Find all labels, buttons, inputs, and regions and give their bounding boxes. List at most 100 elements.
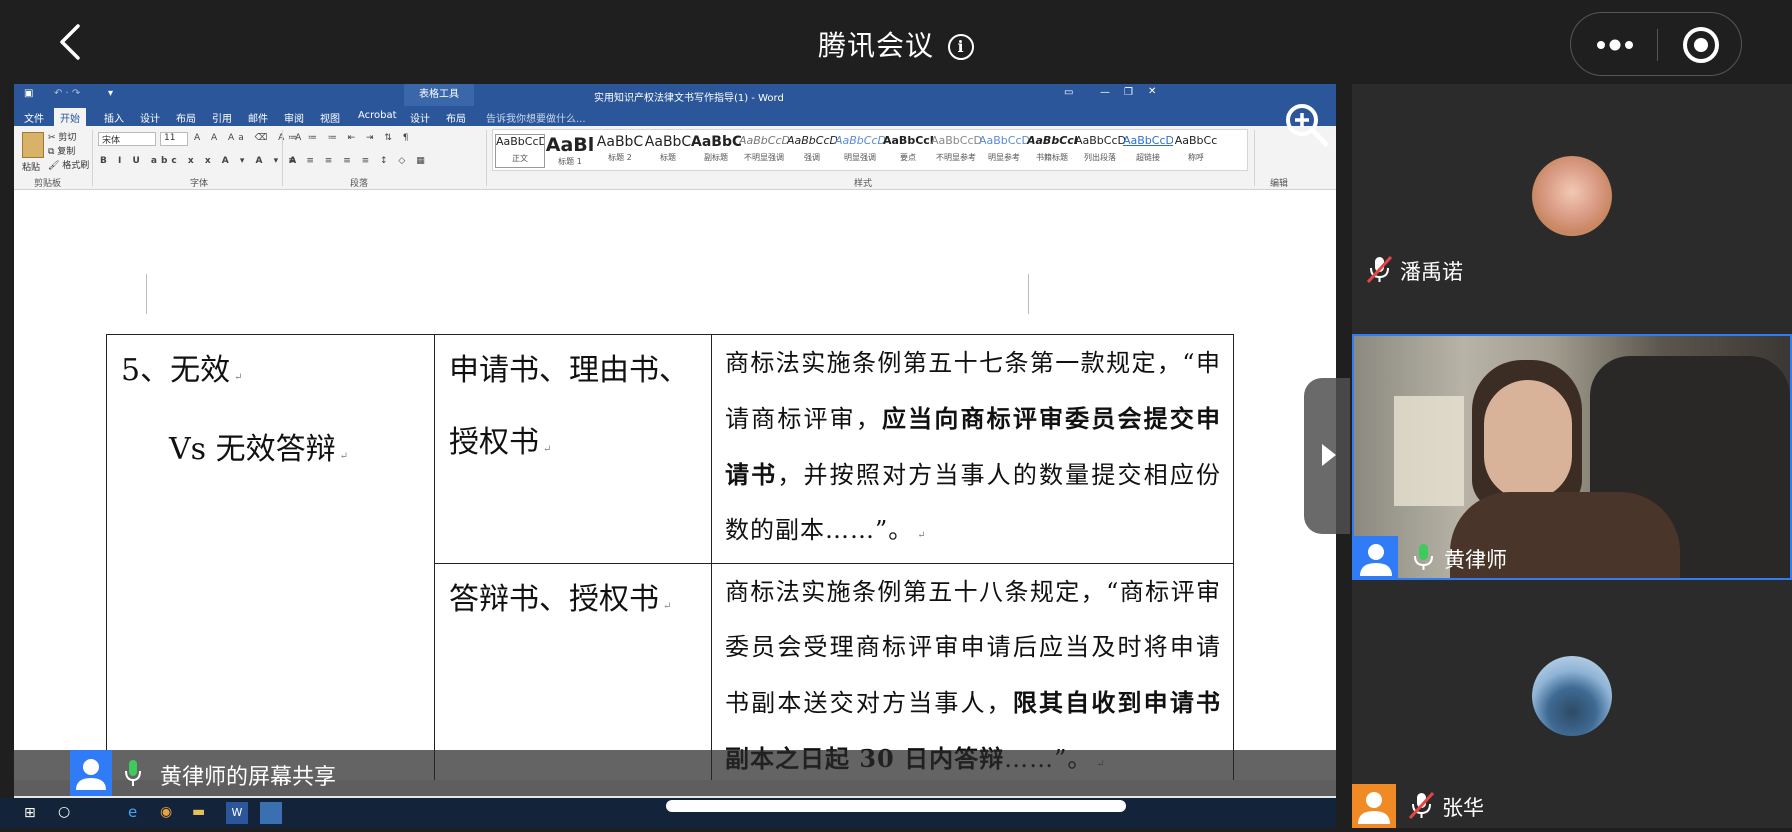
tell-me-box[interactable]: 告诉我你想要做什么... [486, 110, 586, 125]
participant-tile[interactable]: 张华 [1352, 584, 1792, 828]
font-size-select[interactable]: 11 [160, 132, 188, 146]
cell-text-main: Vs 无效答辩 [169, 432, 336, 467]
format-painter-label: 格式刷 [62, 161, 90, 171]
windows-start-icon[interactable]: ⊞ [24, 805, 36, 821]
tab-table-design[interactable]: 设计 [410, 110, 430, 125]
more-icon[interactable] [1595, 33, 1635, 57]
home-indicator[interactable] [666, 800, 1126, 812]
style-item[interactable]: AaBbC 副标题 [691, 134, 741, 163]
copy-label: 复制 [57, 147, 76, 157]
font-style-buttons[interactable]: B I U abc x x A ▾ A ▾ A [100, 156, 300, 166]
style-name: 明显参考 [988, 153, 1020, 162]
expand-panel-button[interactable] [1304, 378, 1350, 534]
styles-gallery: AaBbCcDi 正文 AaBl标题 1 AaBbC 标题 2 AaBbC 标题 Aa… [492, 129, 1248, 171]
style-name: 强调 [804, 153, 820, 162]
tab-design[interactable]: 设计 [140, 110, 160, 125]
avatar [1532, 156, 1612, 236]
style-sample: AaBbCcDi [739, 134, 789, 147]
quick-access-icon[interactable]: ▾ [108, 88, 113, 99]
participant-tile[interactable]: 潘禹诺 [1352, 84, 1792, 330]
tab-mailings[interactable]: 邮件 [248, 110, 268, 125]
tab-file[interactable]: 文件 [24, 110, 44, 125]
font-name-select[interactable]: 宋体 [98, 132, 156, 146]
edge-icon[interactable]: e [128, 803, 137, 821]
tab-table-layout[interactable]: 布局 [446, 110, 466, 125]
meeting-top-bar: 腾讯会议 i [0, 0, 1792, 84]
person-icon [1360, 544, 1392, 576]
table-cell[interactable]: 申请书、理由书、 授权书 ↵ [434, 334, 712, 564]
style-item[interactable]: AaBbCcD 书籍标题 [1027, 134, 1077, 163]
ribbon-display-icon[interactable]: ▭ [1064, 87, 1073, 98]
tab-insert[interactable]: 插入 [104, 110, 124, 125]
cell-text: 5、无效 ↵ [107, 335, 434, 414]
style-name: 标题 [660, 153, 676, 162]
info-icon[interactable]: i [948, 34, 974, 60]
document-page[interactable]: 5、无效 ↵ Vs 无效答辩 ↵ 申请书、理由书、 授权书 ↵ 商标法实施条例第五十七… [14, 190, 1336, 828]
style-item[interactable]: AaBbCcD 超链接 [1123, 134, 1173, 163]
style-item[interactable]: AaBl 标题 1 [545, 134, 595, 167]
style-item[interactable]: AaBbCcDi 不明显强调 [739, 134, 789, 163]
word-taskbar-icon[interactable]: W [226, 802, 248, 824]
cell-text: 授权书 ↵ [435, 407, 711, 486]
shared-screen: ▣ ↶ · ↷ ▾ 表格工具 实用知识产权法律文书写作指导(1) - Word … [14, 84, 1336, 828]
copy-button[interactable]: ⧉ 复制 [48, 144, 75, 157]
minimize-icon[interactable]: — [1100, 87, 1110, 98]
table-cell[interactable]: 商标法实施条例第五十七条第一款规定，“申请商标评审，应当向商标评审委员会提交申请… [711, 334, 1234, 564]
group-clipboard-label: 剪贴板 [34, 179, 62, 189]
style-sample: AaBbCcDi [496, 135, 544, 148]
cell-text: 申请书、理由书、 [435, 335, 711, 407]
close-target-icon[interactable] [1683, 27, 1719, 63]
folder-icon[interactable]: ▬ [192, 804, 205, 820]
meeting-title: 腾讯会议 [817, 29, 934, 62]
style-item[interactable]: AaBbCcD 列出段落 [1075, 134, 1125, 163]
tab-view[interactable]: 视图 [320, 110, 340, 125]
style-name: 超链接 [1136, 153, 1160, 162]
ribbon-tools: 粘贴 ✂ 剪切 ⧉ 复制 🖌 格式刷 剪贴板 宋体 11 A A Aa ⌫ A … [14, 126, 1336, 190]
participants-panel: 潘禹诺 黄律师 张华 [1352, 84, 1792, 828]
search-icon[interactable]: ○ [58, 804, 70, 820]
zoom-in-icon[interactable] [1282, 100, 1330, 148]
style-item[interactable]: AaBbCcD 强调 [787, 134, 837, 163]
cut-label: 剪切 [58, 133, 77, 143]
separator [282, 130, 283, 186]
format-painter-button[interactable]: 🖌 格式刷 [48, 158, 89, 171]
style-sample: AaBbCcD [835, 134, 885, 147]
cell-text: 商标法实施条例第五十七条第一款规定，“申请商标评审，应当向商标评审委员会提交申请… [712, 335, 1233, 563]
tab-references[interactable]: 引用 [212, 110, 232, 125]
style-item[interactable]: AaBbCcD 明显强调 [835, 134, 885, 163]
style-name: 明显强调 [844, 153, 876, 162]
style-name: 副标题 [704, 153, 728, 162]
style-item[interactable]: AaBbC 标题 2 [595, 134, 645, 163]
word-ribbon: ▣ ↶ · ↷ ▾ 表格工具 实用知识产权法律文书写作指导(1) - Word … [14, 84, 1336, 190]
undo-icon[interactable]: ↶ · ↷ [54, 88, 80, 99]
meeting-taskbar-icon[interactable] [260, 802, 282, 824]
tab-home[interactable]: 开始 [54, 108, 86, 128]
save-icon[interactable]: ▣ [24, 88, 33, 99]
table-cell[interactable]: 5、无效 ↵ Vs 无效答辩 ↵ [106, 334, 435, 794]
style-item[interactable]: AaBbCcD 要点 [883, 134, 933, 163]
style-item[interactable]: AaBbCc 称呼 [1171, 134, 1221, 163]
align-buttons[interactable]: ≡ ≡ ≡ ≡ ≡ ↕ ◇ ▦ [288, 156, 429, 166]
paste-icon[interactable] [22, 132, 44, 158]
participant-tile-active[interactable]: 黄律师 [1352, 334, 1792, 580]
style-name: 书籍标题 [1036, 153, 1068, 162]
tab-acrobat[interactable]: Acrobat [358, 110, 397, 121]
cell-text: 答辩书、授权书 ↵ [435, 564, 711, 643]
maximize-icon[interactable]: ❐ [1124, 87, 1133, 98]
list-buttons[interactable]: ≔ ≔ ≔ ⇤ ⇥ ⇅ ¶ [288, 133, 413, 143]
style-item[interactable]: AaBbCcDi 正文 [495, 134, 545, 168]
cell-text-main: 答辩书、授权书 [449, 582, 659, 617]
chrome-icon[interactable]: ◉ [160, 804, 172, 820]
close-window-icon[interactable]: ✕ [1148, 86, 1156, 97]
style-item[interactable]: AaBbCcD 不明显参考 [931, 134, 981, 163]
paste-label[interactable]: 粘贴 [22, 160, 40, 173]
tab-review[interactable]: 审阅 [284, 110, 304, 125]
style-item[interactable]: AaBbC 标题 [643, 134, 693, 163]
cell-text-main: 5、无效 [121, 353, 231, 388]
style-name: 不明显强调 [744, 153, 784, 162]
tab-layout[interactable]: 布局 [176, 110, 196, 125]
style-item[interactable]: AaBbCcD 明显参考 [979, 134, 1029, 163]
video-feed-papers [1394, 396, 1464, 506]
style-sample: AaBbCc [1174, 134, 1218, 147]
cut-button[interactable]: ✂ 剪切 [48, 130, 76, 143]
